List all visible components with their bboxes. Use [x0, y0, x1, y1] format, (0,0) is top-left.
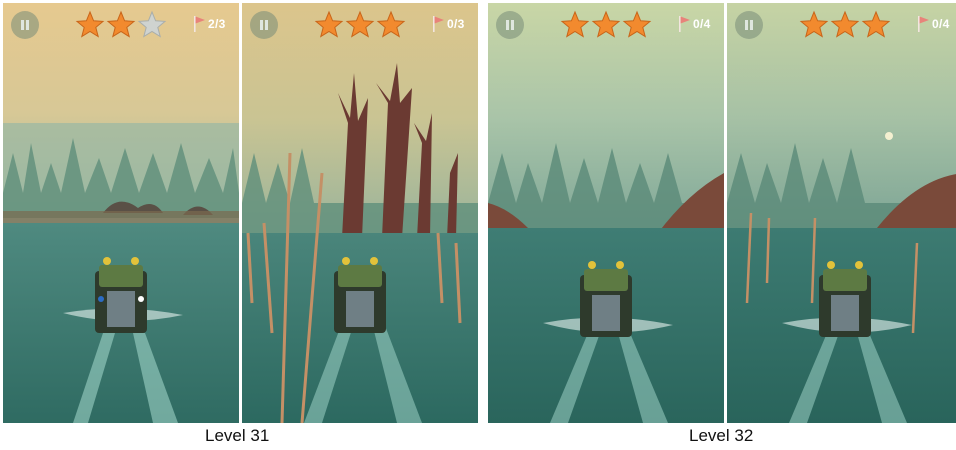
- swamp-scene: [727, 3, 956, 423]
- flag-icon: [918, 16, 929, 32]
- flag-icon: [194, 16, 205, 32]
- flag-icon: [679, 16, 690, 32]
- hud: 0/4: [727, 3, 956, 45]
- game-screen-level31-b: 0/3: [242, 3, 478, 423]
- flag-count: 0/3: [447, 17, 465, 31]
- game-screen-level32-a: 0/4: [488, 3, 724, 423]
- hud: 0/4: [488, 3, 724, 45]
- star-icon-empty: [137, 10, 167, 38]
- star-icon-earned: [591, 10, 621, 38]
- swamp-scene: [3, 3, 239, 423]
- pause-button[interactable]: [735, 11, 763, 39]
- star-icon-earned: [861, 10, 891, 38]
- pause-icon: [506, 20, 514, 30]
- star-icon-earned: [376, 10, 406, 38]
- hud: 2/3: [3, 3, 239, 45]
- flag-count: 0/4: [932, 17, 950, 31]
- game-screen-level31-a: 2/3: [3, 3, 239, 423]
- flag-count: 2/3: [208, 17, 226, 31]
- star-icon-earned: [106, 10, 136, 38]
- star-icon-earned: [314, 10, 344, 38]
- hud: 0/3: [242, 3, 478, 45]
- boat: [334, 257, 386, 333]
- flag-count: 0/4: [693, 17, 711, 31]
- flag-icon: [433, 16, 444, 32]
- star-icon-earned: [799, 10, 829, 38]
- star-icon-earned: [622, 10, 652, 38]
- star-icon-earned: [345, 10, 375, 38]
- pause-button[interactable]: [250, 11, 278, 39]
- swamp-scene: [488, 3, 724, 423]
- pause-button[interactable]: [11, 11, 39, 39]
- pause-icon: [260, 20, 268, 30]
- star-icon-earned: [75, 10, 105, 38]
- star-icon-earned: [830, 10, 860, 38]
- pause-icon: [21, 20, 29, 30]
- caption-level-31: Level 31: [205, 426, 270, 445]
- caption-level-32: Level 32: [689, 426, 754, 445]
- game-screen-level32-b: 0/4: [727, 3, 956, 423]
- boat: [819, 261, 871, 337]
- star-icon-earned: [560, 10, 590, 38]
- boat: [580, 261, 632, 337]
- swamp-scene: [242, 3, 478, 423]
- pause-button[interactable]: [496, 11, 524, 39]
- pause-icon: [745, 20, 753, 30]
- boat: [95, 257, 147, 333]
